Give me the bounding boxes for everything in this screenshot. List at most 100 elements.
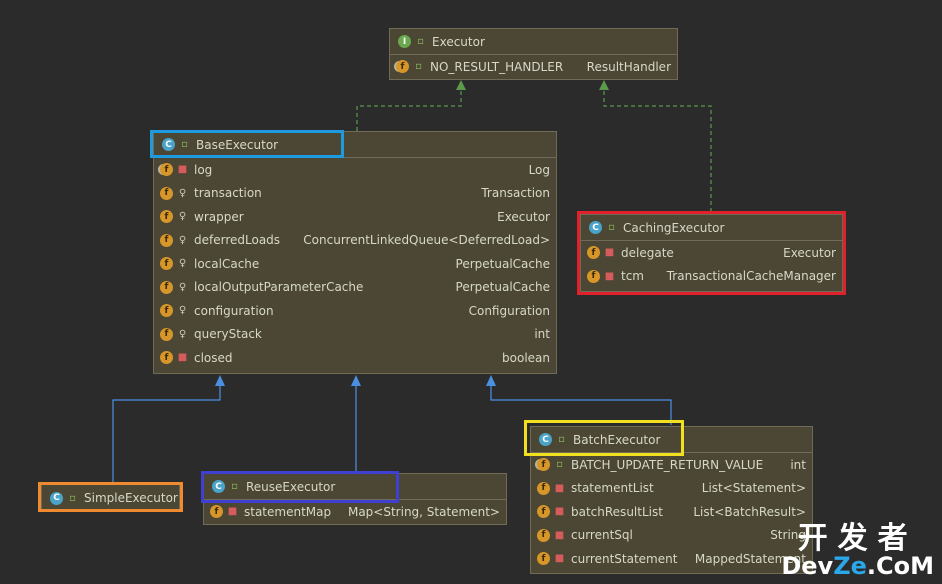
field-name: batchResultList bbox=[571, 504, 663, 519]
class-icon: C bbox=[539, 433, 552, 446]
field-name: delegate bbox=[621, 245, 674, 260]
field-row[interactable]: f ■ currentStatement MappedStatement bbox=[531, 547, 812, 571]
field-row[interactable]: f ■ statementMap Map<String, Statement> bbox=[204, 500, 506, 524]
field-icon: f bbox=[160, 210, 173, 224]
field-name: BATCH_UPDATE_RETURN_VALUE bbox=[571, 457, 764, 472]
watermark-logo: 开发者 DevZe.CoM bbox=[781, 521, 934, 580]
extends-arrow-batch bbox=[486, 375, 496, 386]
public-visibility-icon: ▫ bbox=[556, 459, 563, 471]
watermark-cn: 开发者 bbox=[797, 521, 918, 556]
class-icon: C bbox=[50, 491, 63, 505]
field-row[interactable]: f ♀ queryStack int bbox=[154, 323, 556, 347]
field-name: statementMap bbox=[244, 504, 332, 519]
protected-visibility-icon: ♀ bbox=[178, 305, 187, 317]
private-visibility-icon: ■ bbox=[554, 506, 565, 518]
field-icon: f bbox=[160, 327, 173, 341]
field-name: statementList bbox=[571, 481, 654, 496]
field-row[interactable]: f ♀ localOutputParameterCache PerpetualCach… bbox=[154, 276, 556, 300]
field-type: Map<String, Statement> bbox=[347, 504, 500, 519]
field-row[interactable]: f ■ batchResultList List<BatchResult> bbox=[531, 500, 812, 524]
field-row[interactable]: f ■ closed boolean bbox=[154, 346, 556, 370]
protected-visibility-icon: ♀ bbox=[178, 258, 187, 270]
field-type: List<BatchResult> bbox=[693, 504, 806, 519]
field-row[interactable]: f ■ log Log bbox=[154, 158, 556, 182]
class-box-caching-executor[interactable]: C ▫ CachingExecutor f ■ delegate Executor f ■ tcm… bbox=[580, 214, 843, 292]
class-name: BaseExecutor bbox=[196, 137, 279, 152]
field-type: ConcurrentLinkedQueue<DeferredLoad> bbox=[303, 233, 550, 248]
private-visibility-icon: ■ bbox=[554, 529, 565, 541]
field-name: tcm bbox=[621, 269, 644, 284]
field-icon: f bbox=[587, 246, 600, 260]
public-visibility-icon: ▫ bbox=[181, 139, 188, 150]
interface-icon: I bbox=[398, 35, 411, 48]
field-name: localOutputParameterCache bbox=[194, 280, 364, 295]
class-icon: C bbox=[589, 221, 602, 234]
field-type: Executor bbox=[783, 245, 836, 260]
class-box-simple-executor[interactable]: C ▫ SimpleExecutor bbox=[41, 484, 180, 510]
field-row[interactable]: f ♀ wrapper Executor bbox=[154, 205, 556, 229]
extends-edge-simple bbox=[112, 381, 221, 482]
field-row[interactable]: f ■ currentSql String bbox=[531, 524, 812, 548]
private-visibility-icon: ■ bbox=[177, 164, 188, 176]
class-name: SimpleExecutor bbox=[84, 491, 178, 505]
watermark-en: DevZe.CoM bbox=[781, 552, 934, 580]
field-type: List<Statement> bbox=[701, 481, 806, 496]
field-name: transaction bbox=[194, 186, 262, 201]
field-icon: f bbox=[537, 481, 550, 495]
public-visibility-icon: ▫ bbox=[608, 222, 615, 233]
static-field-icon: f bbox=[537, 458, 550, 472]
field-name: currentSql bbox=[571, 528, 633, 543]
field-row[interactable]: f ▫ NO_RESULT_HANDLER ResultHandler bbox=[390, 55, 677, 79]
static-field-icon: f bbox=[160, 163, 173, 177]
class-box-batch-executor[interactable]: C ▫ BatchExecutor f ▫ BATCH_UPDATE_RETURN_VAL… bbox=[530, 426, 813, 574]
field-icon: f bbox=[210, 505, 223, 519]
public-visibility-icon: ▫ bbox=[417, 36, 424, 47]
protected-visibility-icon: ♀ bbox=[178, 187, 187, 199]
class-box-reuse-executor[interactable]: C ▫ ReuseExecutor f ■ statementMap Map<String,… bbox=[203, 473, 507, 525]
field-name: log bbox=[194, 162, 213, 177]
class-box-executor[interactable]: I ▫ Executor f ▫ NO_RESULT_HANDLER ResultHandl… bbox=[389, 28, 678, 80]
implements-arrow-caching bbox=[599, 80, 609, 90]
field-icon: f bbox=[160, 351, 173, 365]
field-type: int bbox=[534, 327, 550, 342]
field-type: PerpetualCache bbox=[455, 280, 550, 295]
field-name: queryStack bbox=[194, 327, 262, 342]
protected-visibility-icon: ♀ bbox=[178, 328, 187, 340]
class-icon: C bbox=[212, 480, 225, 493]
field-row[interactable]: f ♀ localCache PerpetualCache bbox=[154, 252, 556, 276]
protected-visibility-icon: ♀ bbox=[178, 211, 187, 223]
field-row[interactable]: f ♀ deferredLoads ConcurrentLinkedQueue<Def… bbox=[154, 229, 556, 253]
public-visibility-icon: ▫ bbox=[415, 61, 422, 73]
field-type: Log bbox=[528, 162, 550, 177]
field-name: deferredLoads bbox=[194, 233, 281, 248]
field-row[interactable]: f ▫ BATCH_UPDATE_RETURN_VALUE int bbox=[531, 453, 812, 477]
class-box-base-executor[interactable]: C ▫ BaseExecutor f ■ log Log f ♀ transaction Trans… bbox=[153, 131, 557, 374]
field-name: configuration bbox=[194, 303, 274, 318]
field-icon: f bbox=[160, 280, 173, 294]
class-header[interactable]: C ▫ SimpleExecutor bbox=[42, 485, 179, 511]
field-row[interactable]: f ♀ transaction Transaction bbox=[154, 182, 556, 206]
field-icon: f bbox=[537, 528, 550, 542]
class-header[interactable]: C ▫ BatchExecutor bbox=[531, 427, 812, 453]
class-icon: C bbox=[162, 138, 175, 151]
class-header[interactable]: I ▫ Executor bbox=[390, 29, 677, 55]
static-field-icon: f bbox=[396, 60, 409, 74]
field-row[interactable]: f ■ tcm TransactionalCacheManager bbox=[581, 265, 842, 289]
field-type: TransactionalCacheManager bbox=[666, 269, 836, 284]
private-visibility-icon: ■ bbox=[554, 482, 565, 494]
field-icon: f bbox=[160, 233, 173, 247]
class-header[interactable]: C ▫ BaseExecutor bbox=[154, 132, 556, 158]
private-visibility-icon: ■ bbox=[227, 506, 238, 518]
field-row[interactable]: f ■ delegate Executor bbox=[581, 241, 842, 265]
field-name: localCache bbox=[194, 256, 260, 271]
field-type: Configuration bbox=[468, 303, 550, 318]
class-header[interactable]: C ▫ CachingExecutor bbox=[581, 215, 842, 241]
field-row[interactable]: f ♀ configuration Configuration bbox=[154, 299, 556, 323]
class-header[interactable]: C ▫ ReuseExecutor bbox=[204, 474, 506, 500]
field-type: ResultHandler bbox=[586, 59, 671, 74]
implements-edge-base bbox=[356, 86, 462, 131]
field-type: Transaction bbox=[481, 186, 550, 201]
extends-edge-batch bbox=[490, 381, 672, 425]
class-name: BatchExecutor bbox=[573, 432, 661, 447]
field-row[interactable]: f ■ statementList List<Statement> bbox=[531, 477, 812, 501]
